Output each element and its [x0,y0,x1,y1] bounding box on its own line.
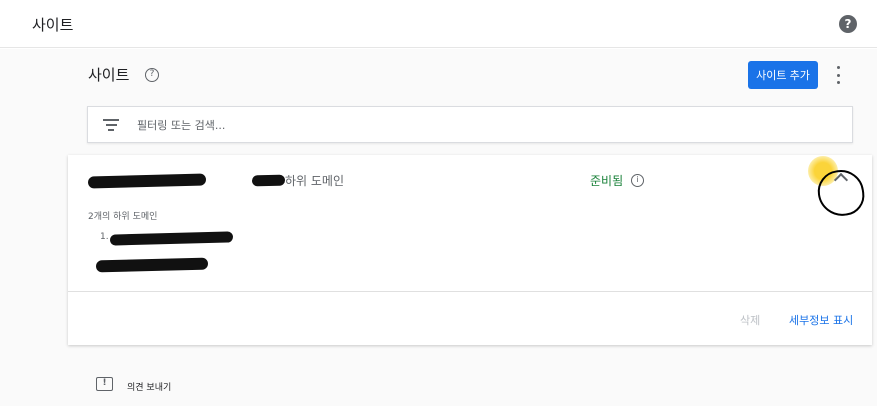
filter-icon[interactable] [103,119,119,131]
status-badge: 준비됨 [590,174,624,188]
page-title: 사이트 [88,66,130,84]
feedback-icon[interactable]: ! [96,377,113,391]
delete-button[interactable]: 삭제 [740,312,760,328]
card-divider [68,291,872,292]
help-icon[interactable]: ? [839,15,857,33]
send-feedback-link[interactable]: 의견 보내기 [127,380,171,393]
top-app-bar: 사이트 ? [0,0,877,48]
show-details-button[interactable]: 세부정보 표시 [789,312,853,328]
filter-search-input[interactable] [137,115,817,135]
help-outline-icon[interactable]: ? [145,68,159,82]
more-options-icon[interactable] [833,66,843,84]
subdomain-label: 하위 도메인 [285,174,345,188]
redacted-subdomain-prefix [251,174,286,187]
subdomain-count: 2개의 하위 도메인 [88,212,158,222]
info-icon[interactable]: i [631,174,644,187]
subdomain-list-item: 1. [100,232,109,242]
add-site-button[interactable]: 사이트 추가 [748,61,818,89]
app-title: 사이트 [32,16,74,34]
filter-bar [87,106,853,143]
